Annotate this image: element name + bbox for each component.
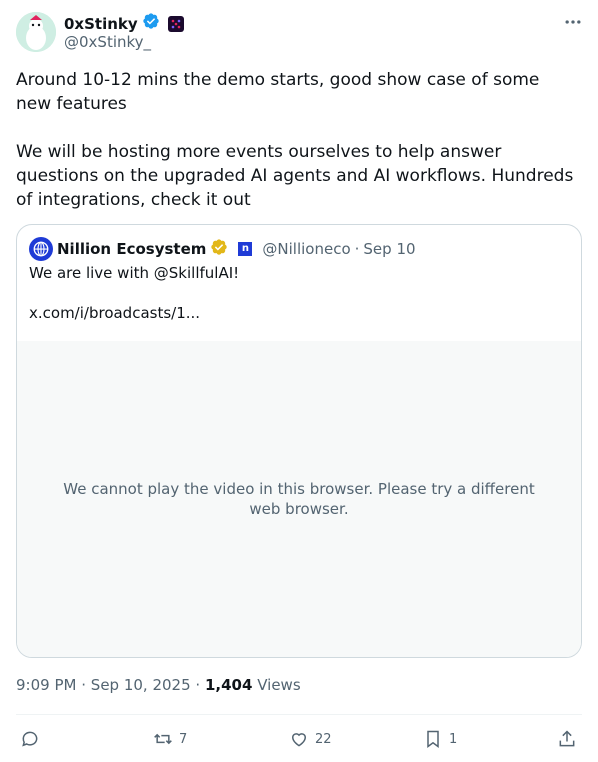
quoted-date: Sep 10: [363, 240, 416, 258]
action-bar: 7 22 1: [16, 724, 582, 754]
divider: [16, 714, 582, 715]
separator-dot: ·: [354, 240, 360, 258]
quoted-tweet-header: Nillion Ecosystem n @Nillioneco · Sep 10: [29, 237, 416, 261]
video-error-message: We cannot play the video in this browser…: [63, 480, 535, 518]
quoted-author-name: Nillion Ecosystem: [57, 240, 207, 258]
share-button[interactable]: [557, 724, 577, 754]
bookmark-icon: [427, 730, 439, 748]
bookmark-count: 1: [449, 731, 458, 747]
tweet-time[interactable]: 9:09 PM: [16, 676, 76, 694]
quoted-tweet-text: We are live with @SkillfulAI! x.com/i/br…: [29, 264, 240, 322]
views-label: Views: [257, 676, 301, 694]
author-name[interactable]: 0xStinky: [64, 14, 138, 34]
tweet-date[interactable]: Sep 10, 2025: [91, 676, 191, 694]
reply-button[interactable]: [20, 724, 46, 754]
more-icon: [565, 20, 581, 24]
retweet-count: 7: [179, 731, 188, 747]
quoted-author-handle: @Nillioneco: [262, 240, 351, 258]
gold-verified-icon: [210, 238, 228, 261]
like-button[interactable]: 22: [289, 724, 332, 754]
separator-dot: ·: [195, 676, 201, 694]
separator-dot: ·: [81, 676, 87, 694]
tweet-text: Around 10-12 mins the demo starts, good …: [16, 70, 574, 210]
retweet-icon: [154, 733, 172, 745]
retweet-button[interactable]: 7: [153, 724, 187, 754]
quoted-avatar: [29, 237, 53, 261]
reply-icon: [22, 731, 38, 747]
tweet-meta: 9:09 PM · Sep 10, 2025 · 1,404 Views: [16, 674, 301, 696]
video-player[interactable]: We cannot play the video in this browser…: [17, 341, 581, 657]
author-avatar[interactable]: [16, 12, 56, 52]
more-options-button[interactable]: [563, 12, 583, 32]
quoted-tweet-card[interactable]: Nillion Ecosystem n @Nillioneco · Sep 10…: [16, 224, 582, 658]
author-handle[interactable]: @0xStinky_: [64, 32, 151, 52]
share-icon: [559, 730, 575, 747]
affiliate-icon[interactable]: [167, 15, 184, 32]
bookmark-button[interactable]: 1: [423, 724, 457, 754]
affiliate-badge: n: [238, 242, 253, 256]
globe-icon: [33, 241, 49, 257]
like-count: 22: [315, 731, 332, 747]
views-count: 1,404: [204, 676, 253, 694]
heart-icon: [291, 733, 307, 747]
